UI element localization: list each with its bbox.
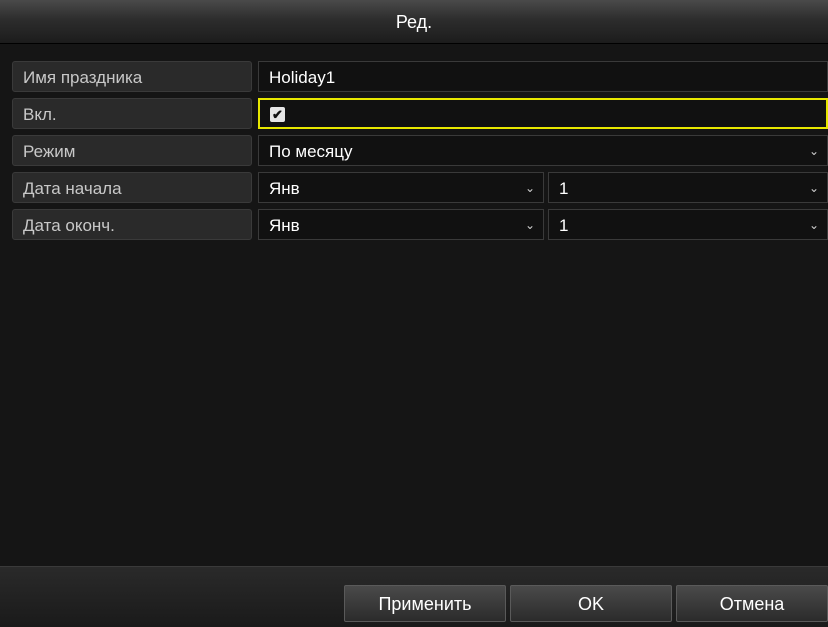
start-date-label: Дата начала [12,172,252,203]
row-holiday-name: Имя праздника Holiday1 [12,61,828,92]
chevron-down-icon: ⌄ [808,181,819,195]
enabled-label: Вкл. [12,98,252,129]
mode-select[interactable]: По месяцу ⌄ [258,135,828,166]
checkmark-icon: ✔ [272,107,283,122]
end-month-select[interactable]: Янв ⌄ [258,209,544,240]
start-month-select[interactable]: Янв ⌄ [258,172,544,203]
chevron-down-icon: ⌄ [808,144,819,158]
start-day-select[interactable]: 1 ⌄ [548,172,828,203]
start-day-value: 1 [559,179,569,198]
ok-button[interactable]: OK [510,585,672,622]
mode-value: По месяцу [269,142,353,161]
chevron-down-icon: ⌄ [524,218,535,232]
mode-label: Режим [12,135,252,166]
holiday-name-input[interactable]: Holiday1 [258,61,828,92]
cancel-button[interactable]: Отмена [676,585,828,622]
chevron-down-icon: ⌄ [808,218,819,232]
holiday-form: Имя праздника Holiday1 Вкл. ✔ Режим По м… [12,61,828,246]
row-start-date: Дата начала Янв ⌄ 1 ⌄ [12,172,828,203]
dialog-titlebar: Ред. [0,0,828,44]
holiday-name-value: Holiday1 [269,68,336,87]
start-month-value: Янв [269,179,300,198]
row-end-date: Дата оконч. Янв ⌄ 1 ⌄ [12,209,828,240]
row-mode: Режим По месяцу ⌄ [12,135,828,166]
end-month-value: Янв [269,216,300,235]
chevron-down-icon: ⌄ [524,181,535,195]
end-date-label: Дата оконч. [12,209,252,240]
holiday-name-label: Имя праздника [12,61,252,92]
enabled-field[interactable]: ✔ [258,98,828,129]
end-day-select[interactable]: 1 ⌄ [548,209,828,240]
apply-button[interactable]: Применить [344,585,506,622]
row-enabled: Вкл. ✔ [12,98,828,129]
enabled-checkbox[interactable]: ✔ [270,107,285,122]
dialog-footer: Применить OK Отмена [0,566,828,627]
dialog-title: Ред. [395,12,433,32]
end-day-value: 1 [559,216,569,235]
